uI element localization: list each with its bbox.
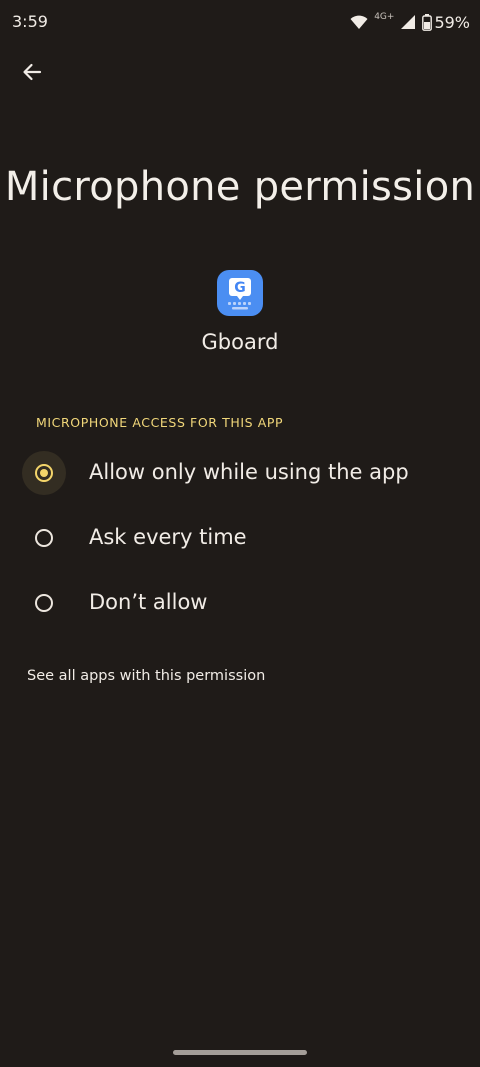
status-icons: 4G+ 59% [350,11,470,33]
option-dont-allow[interactable]: Don’t allow [0,581,480,641]
wifi-icon [350,15,368,29]
gboard-letter: G [234,280,246,296]
gboard-app-icon: G [217,270,263,316]
radio-unselected-icon[interactable] [35,594,53,612]
option-label: Don’t allow [89,590,208,614]
back-button[interactable] [14,54,50,90]
option-allow-while-using[interactable]: Allow only while using the app [0,451,480,511]
app-name: Gboard [201,330,279,354]
option-ask-every-time[interactable]: Ask every time [0,516,480,576]
network-type-label: 4G+ [374,12,395,22]
option-label: Ask every time [89,525,247,549]
section-header: MICROPHONE ACCESS FOR THIS APP [36,415,284,430]
gesture-nav-handle[interactable] [173,1050,307,1055]
option-label: Allow only while using the app [89,460,409,484]
radio-button-wrap[interactable] [22,516,66,560]
gboard-keyboard-icon: G [228,278,251,310]
see-all-apps-link[interactable]: See all apps with this permission [27,668,265,684]
arrow-back-icon [23,63,42,81]
battery-percent: 59% [434,12,470,32]
radio-button-wrap[interactable] [22,451,66,495]
status-bar: 3:59 4G+ 59% [0,0,480,44]
page-title: Microphone permission [4,164,476,210]
radio-selected-icon[interactable] [35,464,53,482]
radio-button-wrap[interactable] [22,581,66,625]
battery-icon [422,13,433,31]
cell-signal-icon [401,15,416,29]
status-time: 3:59 [12,12,48,31]
radio-unselected-icon[interactable] [35,529,53,547]
